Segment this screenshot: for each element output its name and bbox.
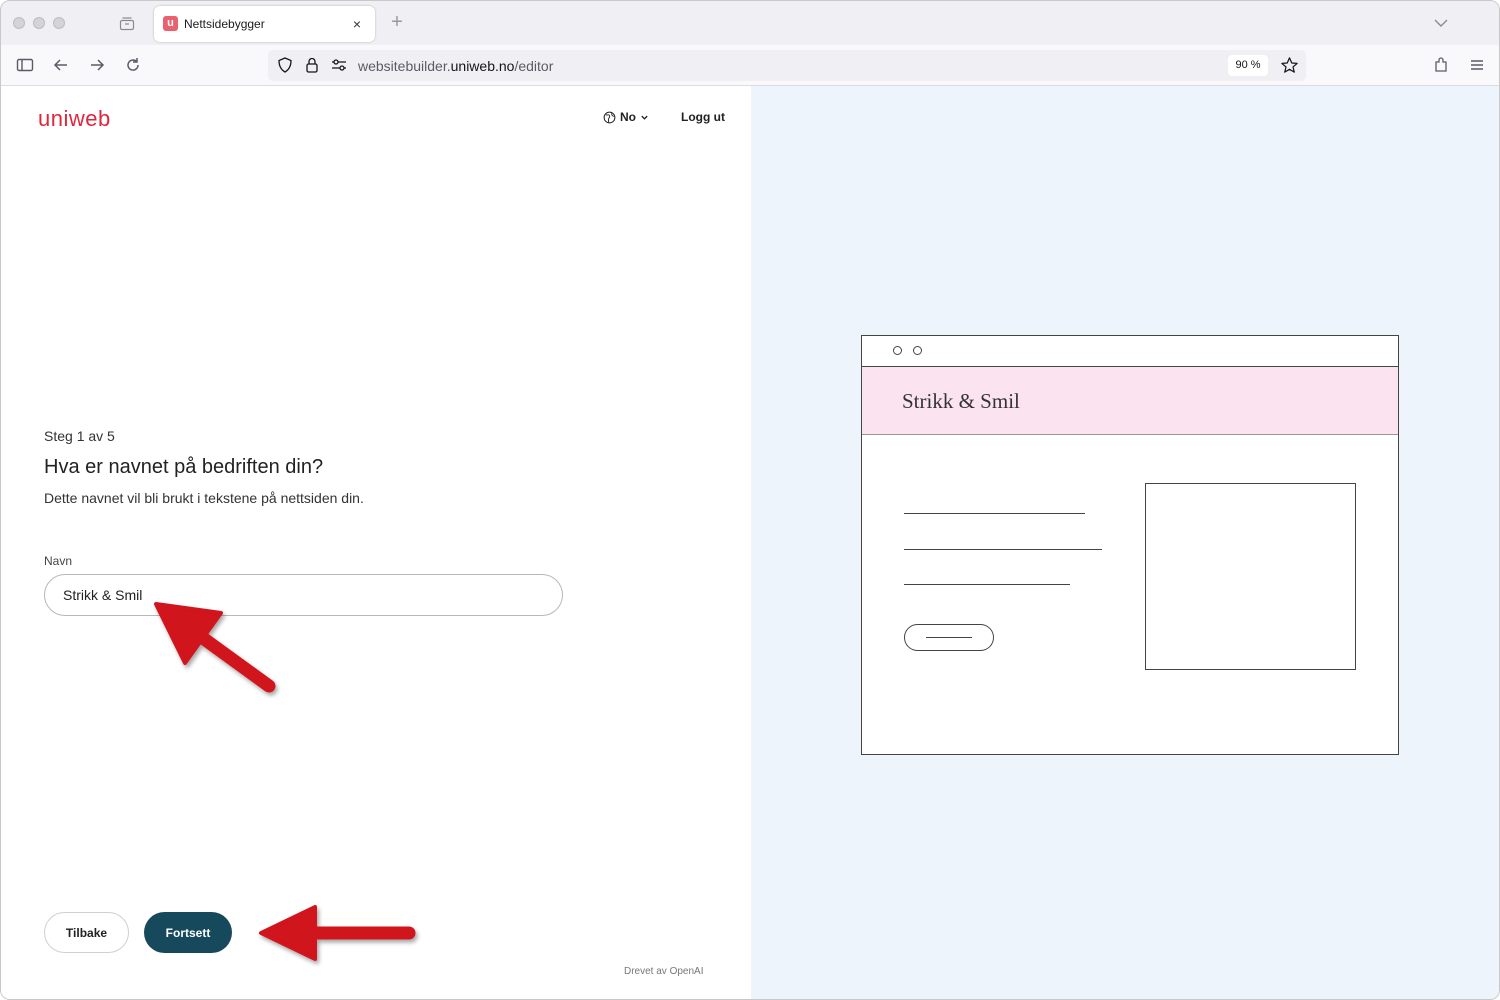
uniweb-logo[interactable]: uniweb [38, 106, 111, 132]
name-field-label: Navn [44, 554, 73, 568]
step-indicator: Steg 1 av 5 [44, 428, 115, 444]
preview-button-line [926, 637, 972, 638]
zoom-window-button[interactable] [53, 17, 65, 29]
back-button[interactable]: Tilbake [44, 912, 129, 953]
navigation-bar: websitebuilder.uniweb.no/editor 90 % [1, 45, 1499, 86]
chevron-down-icon[interactable] [1431, 13, 1451, 33]
shield-icon[interactable] [276, 56, 294, 74]
menu-icon[interactable] [1467, 55, 1487, 75]
preview-text-line [904, 584, 1070, 585]
page-description: Dette navnet vil bli brukt i tekstene på… [44, 490, 364, 506]
annotation-arrow-icon [154, 602, 276, 693]
annotation-arrow-icon [259, 905, 416, 961]
tab-bar: u Nettsidebygger × + [1, 1, 1499, 45]
url-path: /editor [514, 58, 554, 74]
website-preview-frame: Strikk & Smil [861, 335, 1399, 755]
logout-link[interactable]: Logg ut [681, 110, 725, 124]
chevron-down-icon [641, 115, 648, 120]
preview-site-title: Strikk & Smil [902, 389, 1020, 413]
uniweb-favicon-icon: u [163, 16, 178, 31]
close-window-button[interactable] [13, 17, 25, 29]
back-icon[interactable] [51, 55, 71, 75]
sidebar-icon[interactable] [15, 55, 35, 75]
url-bar[interactable]: websitebuilder.uniweb.no/editor 90 % [268, 50, 1306, 81]
language-selector[interactable]: No [603, 110, 649, 124]
preview-text-line [904, 513, 1085, 514]
url-text[interactable]: websitebuilder.uniweb.no/editor [358, 58, 553, 74]
preview-text-line [904, 549, 1102, 550]
globe-icon [603, 111, 616, 123]
url-host: uniweb.no [450, 58, 515, 74]
new-tab-icon[interactable]: + [387, 12, 407, 32]
continue-button[interactable]: Fortsett [144, 912, 232, 953]
browser-window: u Nettsidebygger × + websitebuilder.uniw… [0, 0, 1500, 1000]
business-name-input[interactable] [44, 574, 563, 616]
minimize-window-button[interactable] [33, 17, 45, 29]
onboarding-form-panel: uniweb No Logg ut Steg 1 av 5 Hva er nav… [1, 86, 751, 999]
reload-icon[interactable] [123, 55, 143, 75]
preview-dot-icon [893, 346, 902, 355]
language-label: No [620, 110, 636, 124]
permissions-icon[interactable] [330, 57, 348, 73]
forward-icon[interactable] [87, 55, 107, 75]
powered-by-text: Drevet av OpenAI [624, 966, 704, 977]
preview-image-placeholder [1145, 483, 1356, 670]
preview-site-header: Strikk & Smil [862, 367, 1398, 435]
preview-browser-bar [862, 336, 1398, 367]
zoom-level-badge[interactable]: 90 % [1228, 55, 1268, 76]
page-title: Hva er navnet på bedriften din? [44, 456, 324, 478]
bookmark-star-icon[interactable] [1280, 56, 1299, 75]
close-tab-icon[interactable]: × [347, 14, 367, 34]
website-preview-panel: Strikk & Smil [751, 86, 1499, 999]
lock-icon[interactable] [304, 56, 320, 74]
url-prefix: websitebuilder. [358, 58, 451, 74]
preview-dot-icon [913, 346, 922, 355]
tab-title: Nettsidebygger [184, 17, 265, 31]
preview-button [904, 624, 994, 651]
extensions-icon[interactable] [1431, 55, 1451, 75]
tab-list-icon[interactable] [119, 15, 135, 31]
tab-active[interactable]: u Nettsidebygger × [154, 6, 375, 42]
